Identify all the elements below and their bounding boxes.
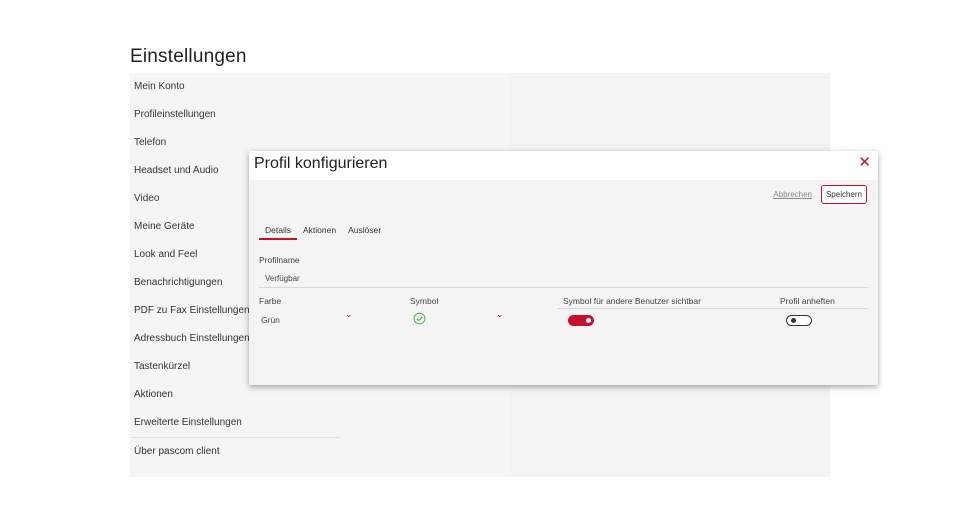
profile-name-underline: [259, 287, 868, 288]
dialog-title: Profil konfigurieren: [254, 155, 388, 172]
pin-profile-label: Profil anheften: [780, 296, 835, 306]
dialog-tabs: Details Aktionen Auslöser: [259, 220, 395, 240]
menu-item-ueber-pascom[interactable]: Über pascom client: [130, 437, 340, 465]
menu-item-profileinstellungen[interactable]: Profileinstellungen: [130, 101, 340, 129]
tab-ausloeser[interactable]: Auslöser: [342, 225, 387, 238]
cancel-button[interactable]: Abbrechen: [773, 190, 812, 199]
symbol-chevron-down-icon[interactable]: ⌄: [496, 309, 504, 320]
menu-item-erweiterte-einstellungen[interactable]: Erweiterte Einstellungen: [130, 409, 340, 437]
toggle-knob: [791, 318, 796, 323]
dialog-header: Profil konfigurieren ✕: [249, 151, 878, 180]
symbol-label: Symbol: [410, 296, 439, 306]
toggle-knob: [586, 318, 591, 323]
profile-name-input[interactable]: Verfügbar: [265, 274, 300, 283]
menu-item-mein-konto[interactable]: Mein Konto: [130, 73, 340, 101]
profile-name-label: Profilname: [259, 255, 300, 265]
visible-to-others-toggle[interactable]: [568, 315, 594, 326]
close-icon[interactable]: ✕: [858, 154, 871, 172]
check-circle-icon[interactable]: [413, 312, 426, 325]
tab-details[interactable]: Details: [259, 225, 297, 240]
page-title: Einstellungen: [130, 46, 247, 67]
profile-config-dialog: Profil konfigurieren ✕ Abbrechen Speiche…: [249, 151, 878, 385]
color-label: Farbe: [259, 296, 282, 306]
tab-aktionen[interactable]: Aktionen: [297, 225, 342, 238]
color-select-value[interactable]: Grün: [261, 315, 280, 325]
pin-profile-toggle[interactable]: [786, 315, 812, 326]
visible-to-others-label: Symbol für andere Benutzer sichtbar: [563, 296, 701, 306]
fields-divider: [557, 308, 868, 309]
menu-item-aktionen[interactable]: Aktionen: [130, 381, 340, 409]
color-chevron-down-icon[interactable]: ⌄: [345, 309, 353, 320]
save-button[interactable]: Speichern: [820, 185, 867, 204]
dialog-body: Abbrechen Speichern Details Aktionen Auslö…: [249, 180, 878, 385]
